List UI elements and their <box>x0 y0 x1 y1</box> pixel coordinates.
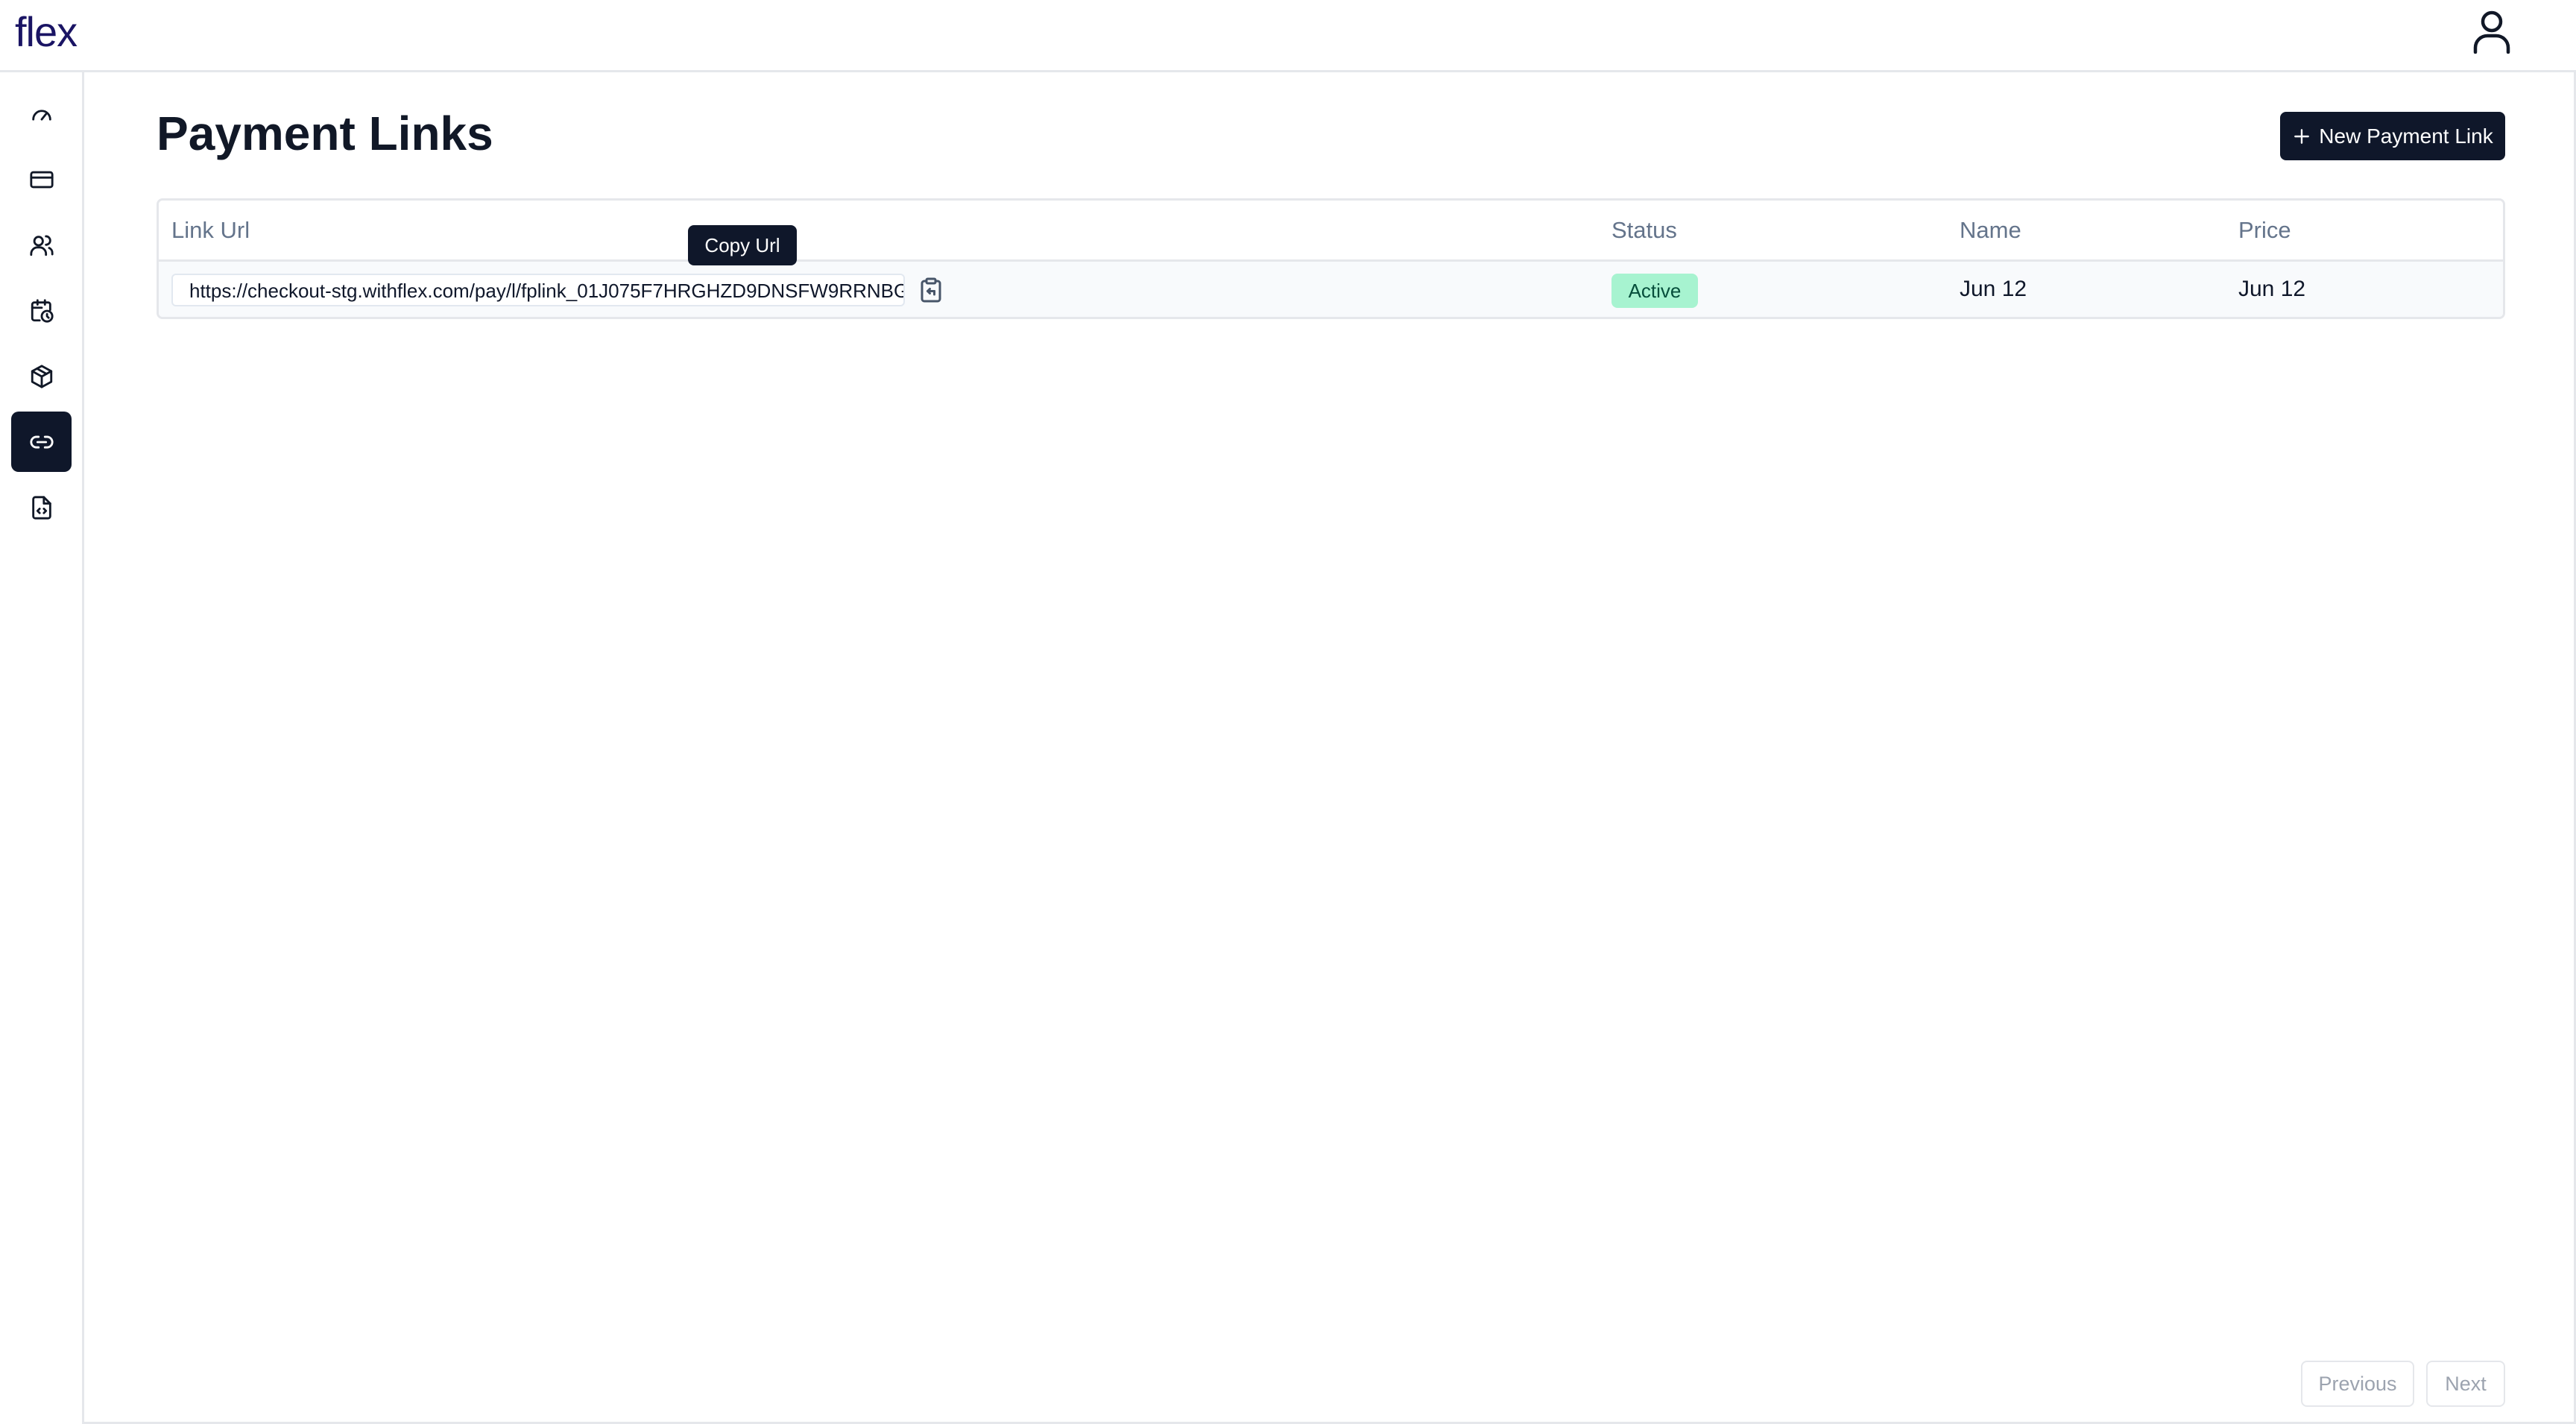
plus-icon <box>2294 128 2310 144</box>
next-page-button[interactable]: Next <box>2426 1361 2505 1407</box>
column-header-price: Price <box>2238 217 2291 243</box>
payment-links-table: Link Url Status Name Price https://check… <box>157 198 2505 319</box>
column-header-name: Name <box>1960 217 2021 243</box>
user-icon[interactable] <box>2471 9 2513 54</box>
table-row[interactable]: https://checkout-stg.withflex.com/pay/l/… <box>159 262 2503 317</box>
previous-page-button[interactable]: Previous <box>2301 1361 2414 1407</box>
new-payment-link-label: New Payment Link <box>2319 124 2493 148</box>
sidebar-item-customers[interactable] <box>11 215 72 275</box>
sidebar-item-payment-links[interactable] <box>11 412 72 472</box>
sidebar-item-dashboard[interactable] <box>11 84 72 144</box>
package-box-icon <box>31 364 52 388</box>
dashboard-gauge-icon <box>31 109 51 120</box>
clipboard-copy-icon[interactable] <box>918 277 944 303</box>
sidebar <box>0 72 84 1424</box>
status-badge: Active <box>1611 274 1698 308</box>
row-name: Jun 12 <box>1960 277 2027 301</box>
credit-card-icon <box>29 171 54 188</box>
sidebar-item-payments[interactable] <box>11 149 72 209</box>
top-header: flex <box>0 0 2576 72</box>
new-payment-link-button[interactable]: New Payment Link <box>2280 112 2505 160</box>
sidebar-item-products[interactable] <box>11 346 72 406</box>
calendar-clock-icon <box>31 298 54 323</box>
row-price: Jun 12 <box>2238 277 2306 301</box>
users-icon <box>29 235 54 256</box>
table-header: Link Url Status Name Price <box>159 201 2503 262</box>
link-icon <box>29 435 54 448</box>
flex-logo[interactable]: flex <box>15 7 78 56</box>
page-title: Payment Links <box>157 107 493 160</box>
column-header-link-url: Link Url <box>171 217 250 243</box>
column-header-status: Status <box>1611 217 1677 243</box>
copy-url-tooltip: Copy Url <box>688 225 797 265</box>
sidebar-item-developers[interactable] <box>11 477 72 538</box>
file-code-icon <box>31 495 51 520</box>
sidebar-item-subscriptions[interactable] <box>11 280 72 341</box>
link-url-field[interactable]: https://checkout-stg.withflex.com/pay/l/… <box>171 274 905 306</box>
